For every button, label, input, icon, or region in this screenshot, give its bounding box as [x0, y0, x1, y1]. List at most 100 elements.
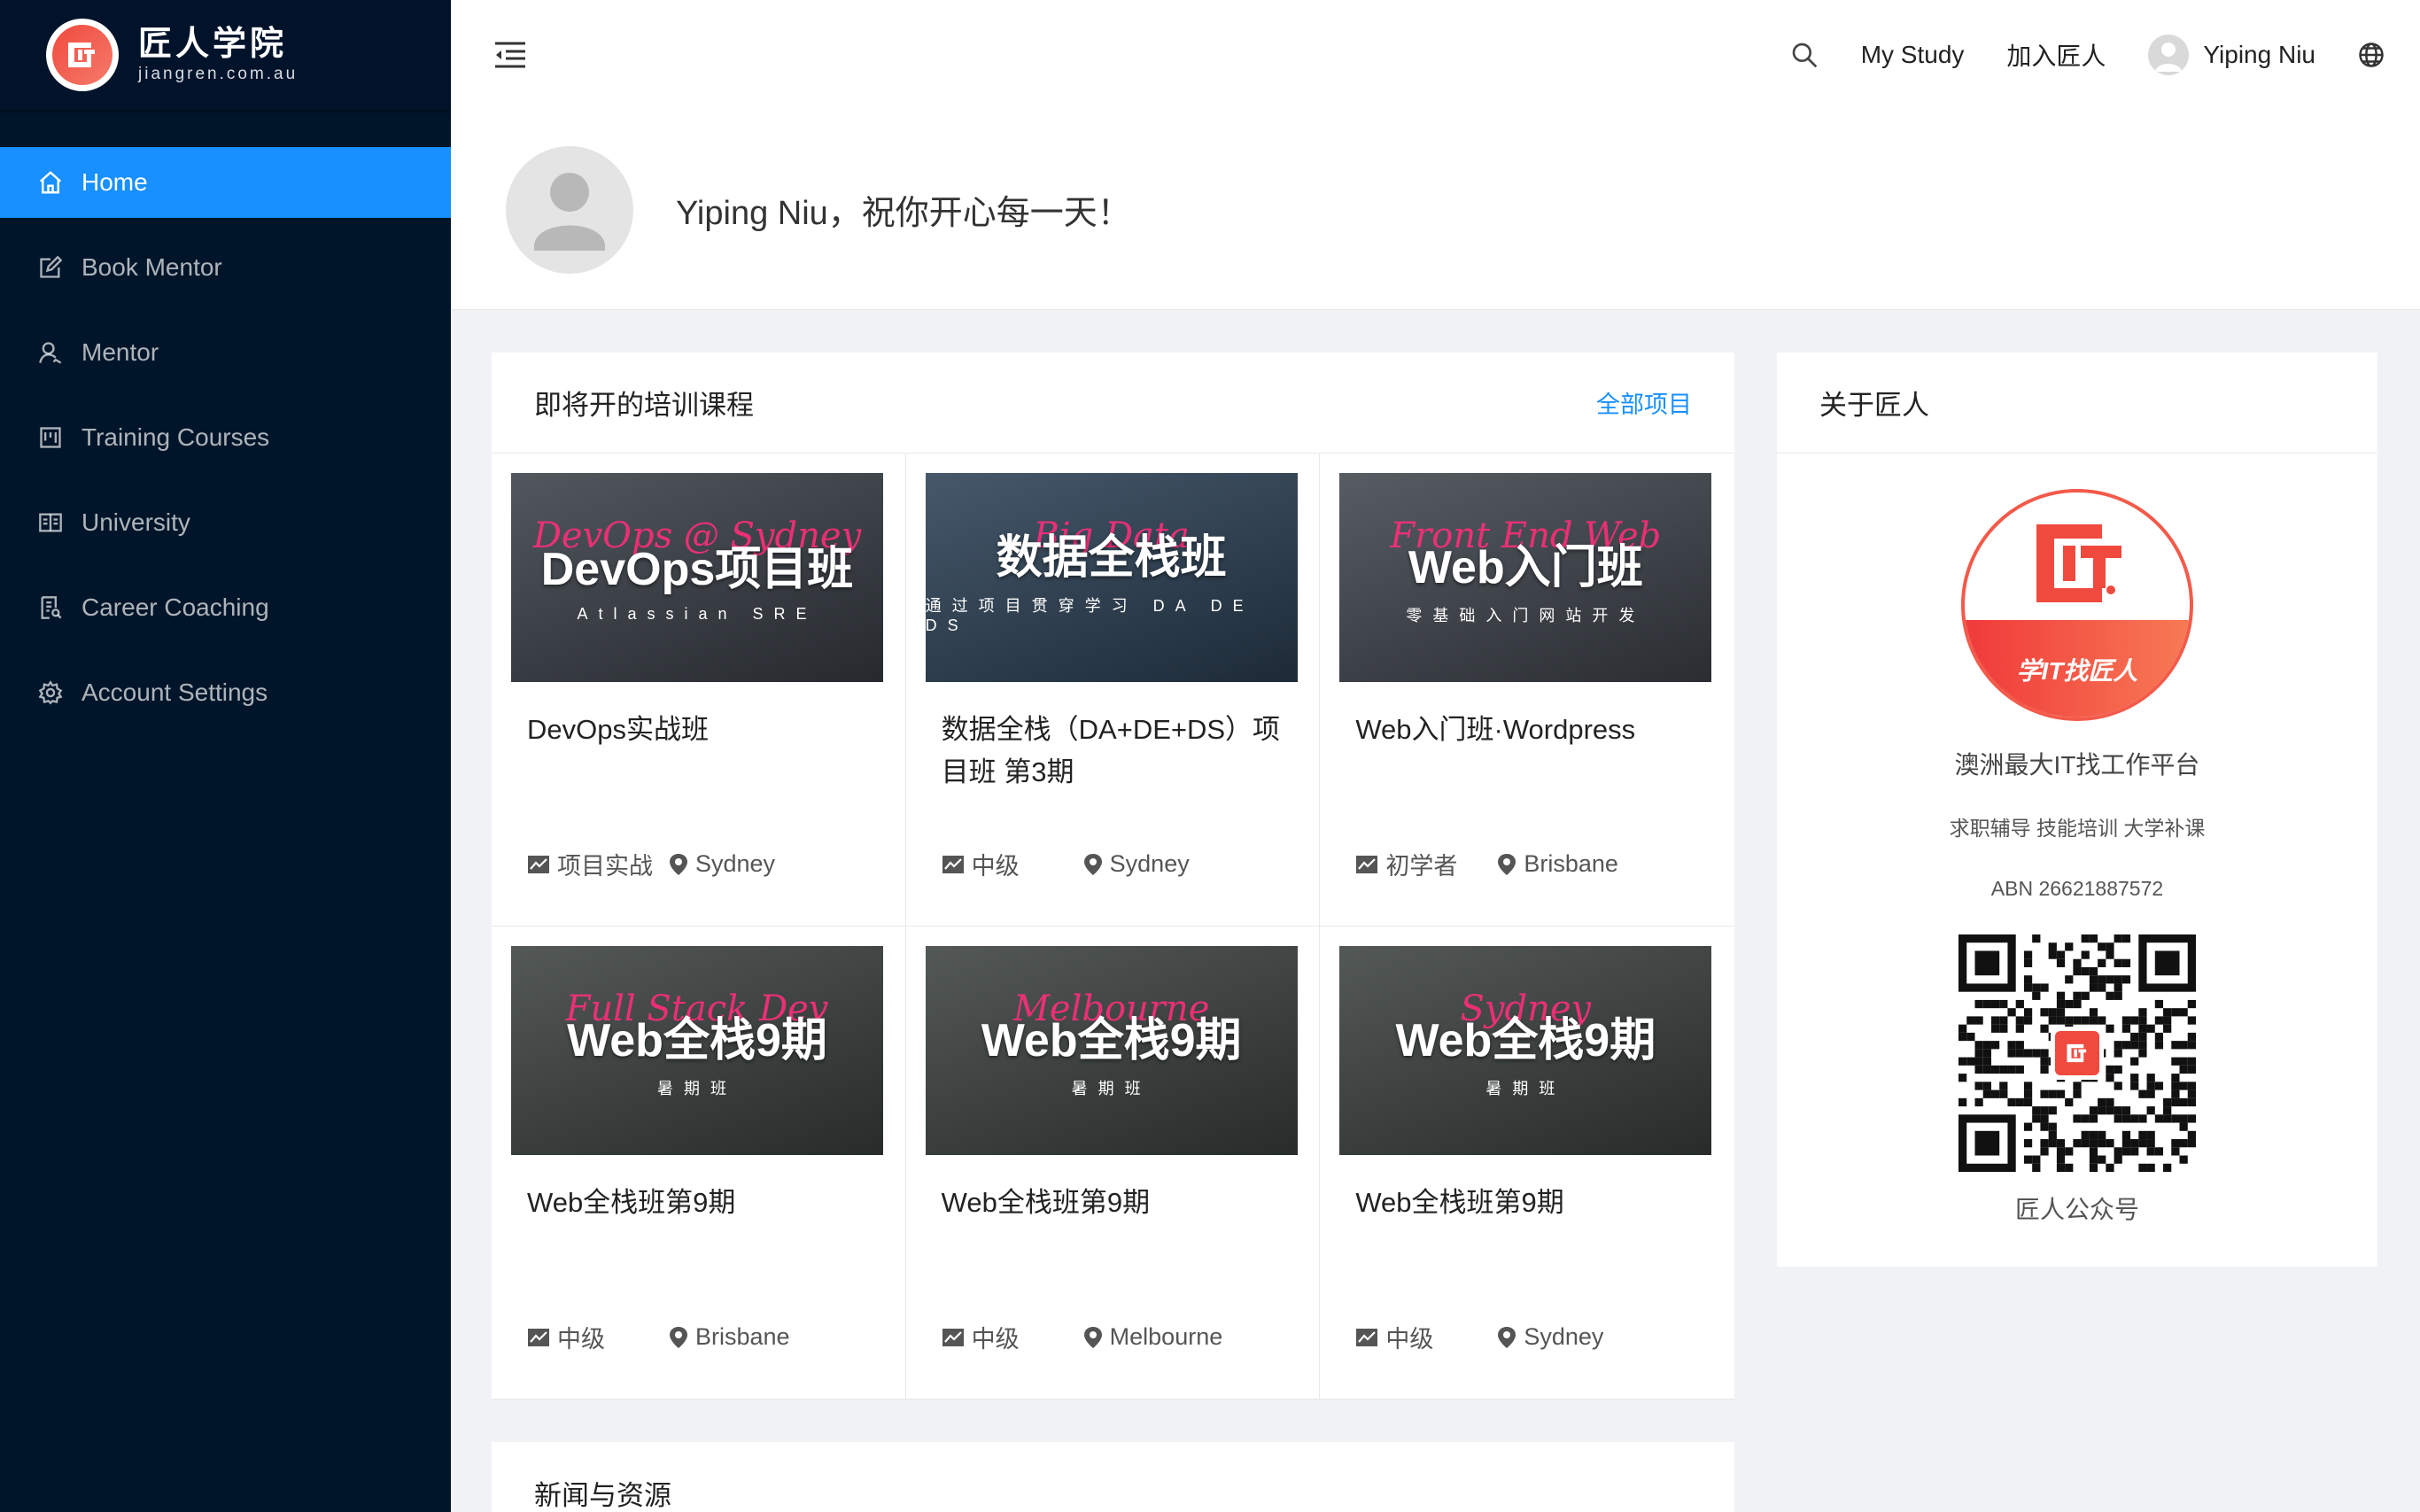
- card-header: 即将开的培训课程 全部项目: [492, 353, 1734, 454]
- location-pin-icon: [670, 853, 687, 875]
- card-title: 新闻与资源: [534, 1479, 671, 1511]
- card-header: 新闻与资源: [492, 1442, 1734, 1512]
- top-header: My Study 加入匠人 Yiping Niu: [451, 0, 2420, 110]
- course-title: 数据全栈（DA+DE+DS）项目班 第3期: [941, 714, 1281, 787]
- search-icon[interactable]: [1769, 0, 1840, 110]
- course-card[interactable]: Front End Web Web入门班 零基础入门网站开发 Web入门班·Wo…: [1320, 454, 1734, 927]
- chart-icon: [528, 855, 549, 873]
- sidebar-item-label: Mentor: [81, 338, 159, 366]
- join-link[interactable]: 加入匠人: [1985, 0, 2127, 110]
- qr-logo-icon: [2051, 1027, 2104, 1080]
- course-meta: 项目实战 Sydney: [527, 847, 775, 881]
- sidebar-item-label: Book Mentor: [81, 253, 222, 281]
- logo-cn: 匠人学院: [138, 26, 288, 63]
- course-location-text: Brisbane: [1524, 850, 1618, 877]
- course-image-title: Web全栈9期: [567, 1014, 827, 1066]
- all-projects-link[interactable]: 全部项目: [1596, 385, 1692, 420]
- course-title: Web全栈班第9期: [941, 1187, 1151, 1218]
- course-image-subtitle: 通过项目贯穿学习 DA DE DS: [925, 597, 1254, 634]
- home-icon: [37, 169, 64, 196]
- course-location-text: Sydney: [695, 850, 776, 877]
- sidebar-item-home[interactable]: Home: [0, 147, 451, 218]
- course-level-text: 初学者: [1385, 853, 1458, 880]
- course-image-title: Web全栈9期: [981, 1014, 1242, 1066]
- qr-caption: 匠人公众号: [2014, 1196, 2139, 1223]
- sidebar-item-label: Home: [81, 168, 148, 196]
- course-image-subtitle: 零基础入门网站开发: [1406, 606, 1646, 624]
- location-pin-icon: [1498, 853, 1516, 875]
- avatar: [2148, 35, 2190, 75]
- logo-slogan: 学IT找匠人: [2016, 657, 2138, 685]
- course-level: 中级: [1355, 1320, 1497, 1354]
- news-card: 新闻与资源: [492, 1442, 1734, 1512]
- sidebar-item-training-courses[interactable]: Training Courses: [0, 402, 451, 473]
- course-level: 中级: [942, 847, 1083, 881]
- location-pin-icon: [1083, 1326, 1102, 1348]
- course-title: Web全栈班第9期: [527, 1187, 736, 1218]
- course-location: Brisbane: [669, 1323, 790, 1351]
- user-menu[interactable]: Yiping Niu: [2127, 0, 2337, 110]
- services-text: 求职辅导 技能培训 大学补课: [1949, 817, 2206, 840]
- sidebar-item-label: University: [81, 508, 190, 536]
- sidebar-item-label: Career Coaching: [81, 593, 269, 621]
- greeting-text: Yiping Niu，祝你开心每一天！: [676, 195, 1131, 232]
- course-image-title: Web入门班: [1408, 541, 1643, 593]
- course-card[interactable]: Big Data 数据全栈班 通过项目贯穿学习 DA DE DS 数据全栈（DA…: [905, 454, 1321, 927]
- course-image-title: DevOps项目班: [540, 544, 854, 595]
- course-level-text: 中级: [557, 1326, 605, 1353]
- file-icon: [37, 594, 64, 621]
- course-level: 中级: [527, 1320, 669, 1354]
- sidebar-menu: Home Book Mentor Mentor Training Courses…: [0, 147, 451, 728]
- user-name: Yiping Niu: [2203, 41, 2315, 68]
- course-image-subtitle: 暑期班: [1485, 1079, 1566, 1097]
- brand-logo: 学IT找匠人: [1961, 489, 2193, 721]
- project-icon: [37, 424, 64, 451]
- sidebar-item-account-settings[interactable]: Account Settings: [0, 657, 451, 728]
- menu-fold-icon[interactable]: [493, 37, 528, 73]
- course-card[interactable]: Full Stack Dev Web全栈9期 暑期班 Web全栈班第9期 中级 …: [492, 927, 906, 1400]
- user-icon: [37, 339, 64, 366]
- course-level-text: 中级: [971, 1326, 1020, 1353]
- book-icon: [37, 509, 64, 536]
- course-card[interactable]: DevOps @ Sydney DevOps项目班 Atlassian SRE …: [492, 454, 906, 927]
- course-title: DevOps实战班: [527, 714, 709, 745]
- course-image: DevOps @ Sydney DevOps项目班 Atlassian SRE: [511, 473, 883, 682]
- card-header: 关于匠人: [1777, 353, 2377, 454]
- settings-icon: [37, 679, 64, 706]
- course-card[interactable]: Melbourne Web全栈9期 暑期班 Web全栈班第9期 中级 Melbo…: [905, 927, 1321, 1400]
- sidebar-item-book-mentor[interactable]: Book Mentor: [0, 232, 451, 303]
- course-location-text: Brisbane: [695, 1323, 790, 1350]
- course-grid: DevOps @ Sydney DevOps项目班 Atlassian SRE …: [492, 454, 1734, 1400]
- course-level-text: 中级: [1385, 1326, 1434, 1353]
- chart-icon: [1356, 1328, 1378, 1346]
- course-meta: 中级 Sydney: [1355, 1320, 1603, 1354]
- logo-text: 匠人学院 jiangren.com.au: [138, 26, 298, 84]
- logo-bar[interactable]: 匠人学院 jiangren.com.au: [0, 0, 451, 110]
- course-meta: 初学者 Brisbane: [1355, 847, 1618, 881]
- chart-icon: [942, 855, 964, 873]
- course-location: Sydney: [669, 850, 775, 878]
- course-level: 中级: [942, 1320, 1083, 1354]
- sidebar-item-career-coaching[interactable]: Career Coaching: [0, 572, 451, 643]
- card-title: 关于匠人: [1819, 390, 1929, 421]
- edit-icon: [37, 254, 64, 281]
- course-location-text: Sydney: [1524, 1323, 1604, 1350]
- sidebar-item-university[interactable]: University: [0, 487, 451, 558]
- sidebar-item-label: Account Settings: [81, 678, 268, 706]
- course-card[interactable]: Sydney Web全栈9期 暑期班 Web全栈班第9期 中级 Sydney: [1320, 927, 1734, 1400]
- logo-domain: jiangren.com.au: [138, 65, 299, 83]
- location-pin-icon: [1083, 853, 1102, 875]
- sidebar-item-mentor[interactable]: Mentor: [0, 317, 451, 388]
- course-image-title: 数据全栈班: [996, 532, 1227, 584]
- globe-icon[interactable]: [2337, 0, 2406, 110]
- chart-icon: [528, 1328, 549, 1346]
- course-level-text: 中级: [971, 853, 1020, 880]
- course-level: 项目实战: [527, 847, 669, 881]
- chart-icon: [1356, 855, 1378, 873]
- course-image-subtitle: Atlassian SRE: [577, 605, 818, 623]
- course-title: Web入门班·Wordpress: [1355, 714, 1636, 745]
- course-image: Melbourne Web全栈9期 暑期班: [925, 946, 1298, 1155]
- my-study-link[interactable]: My Study: [1840, 0, 1986, 110]
- course-image-title: Web全栈9期: [1395, 1014, 1656, 1066]
- about-body: 学IT找匠人 澳洲最大IT找工作平台 求职辅导 技能培训 大学补课 ABN 26…: [1777, 454, 2377, 1226]
